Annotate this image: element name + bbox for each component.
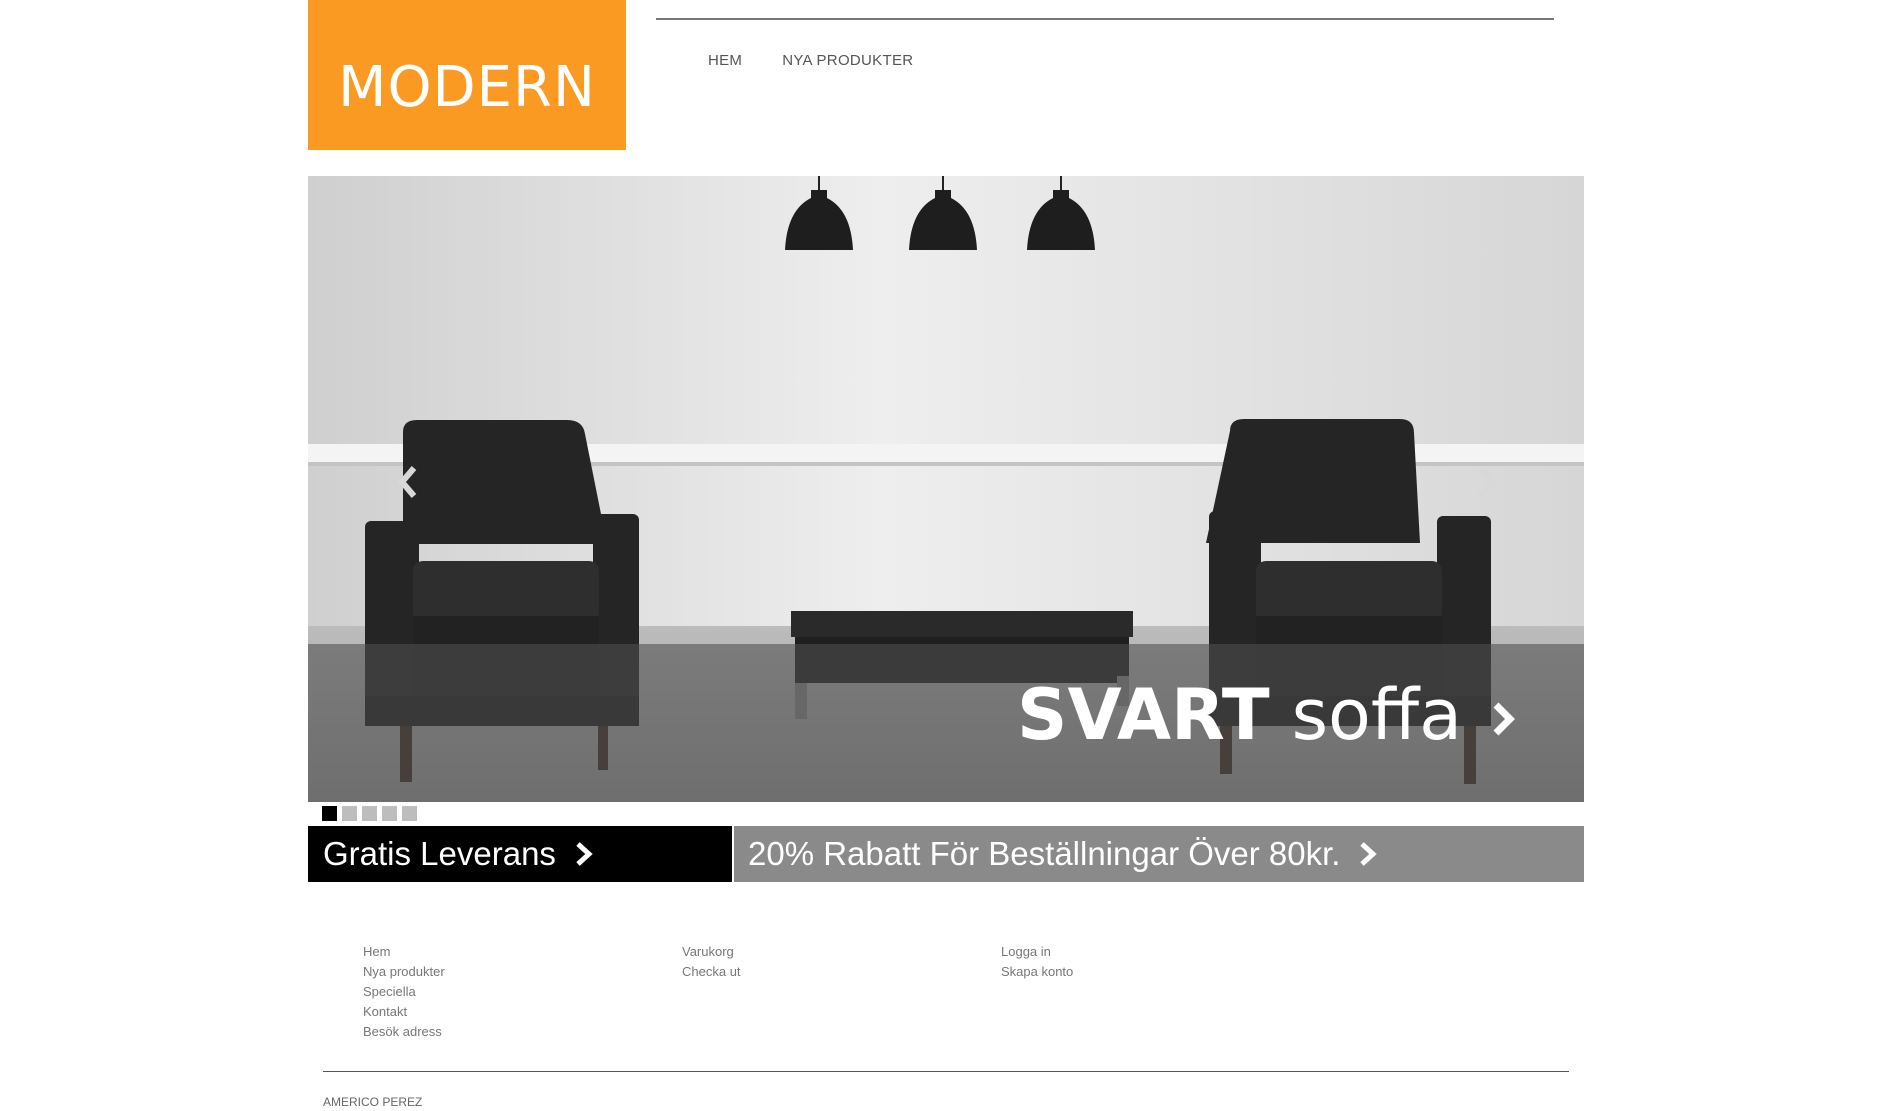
caption-chevron-icon <box>1488 680 1518 750</box>
footer-link-speciella[interactable]: Speciella <box>363 982 445 1002</box>
chevron-left-icon <box>398 466 417 498</box>
footer-link-besok-adress[interactable]: Besök adress <box>363 1022 445 1042</box>
caption-light-word: soffa <box>1291 674 1462 756</box>
nav-item-nya-produkter[interactable]: NYA PRODUKTER <box>782 52 913 69</box>
nav-item-hem[interactable]: HEM <box>708 52 742 69</box>
slider-prev-button[interactable] <box>394 462 424 502</box>
slider-dot-5[interactable] <box>402 806 417 821</box>
logo-text: MODERN <box>338 55 596 120</box>
main-nav: HEM NYA PRODUKTER <box>708 52 913 69</box>
site-logo[interactable]: MODERN <box>308 0 626 150</box>
footer-col-cart: Varukorg Checka ut <box>682 942 741 982</box>
chevron-right-icon <box>574 840 594 868</box>
slider-dot-2[interactable] <box>342 806 357 821</box>
footer-link-kontakt[interactable]: Kontakt <box>363 1002 445 1022</box>
footer-link-checka-ut[interactable]: Checka ut <box>682 962 741 982</box>
footer-col-navigation: Hem Nya produkter Speciella Kontakt Besö… <box>363 942 445 1042</box>
chevron-right-icon <box>1477 466 1496 498</box>
chevron-right-icon <box>1358 840 1378 868</box>
slider-pager <box>322 806 417 821</box>
caption-bold-word: SVART <box>1017 674 1270 756</box>
promo-free-delivery[interactable]: Gratis Leverans <box>308 826 732 882</box>
promo-free-delivery-label: Gratis Leverans <box>323 835 556 872</box>
footer-link-nya-produkter[interactable]: Nya produkter <box>363 962 445 982</box>
footer-link-varukorg[interactable]: Varukorg <box>682 942 741 962</box>
slider-next-button[interactable] <box>1470 462 1500 502</box>
slider-dot-3[interactable] <box>362 806 377 821</box>
copyright-text: AMERICO PEREZ <box>323 1095 423 1109</box>
footer-link-logga-in[interactable]: Logga in <box>1001 942 1073 962</box>
footer-divider <box>323 1071 1569 1072</box>
promo-discount-label: 20% Rabatt För Beställningar Över 80kr. <box>748 835 1341 872</box>
slider-dot-4[interactable] <box>382 806 397 821</box>
footer-col-account: Logga in Skapa konto <box>1001 942 1073 982</box>
footer-link-hem[interactable]: Hem <box>363 942 445 962</box>
promo-discount[interactable]: 20% Rabatt För Beställningar Över 80kr. <box>734 826 1584 882</box>
slide-caption[interactable]: SVART soffa <box>1017 680 1518 750</box>
footer-link-skapa-konto[interactable]: Skapa konto <box>1001 962 1073 982</box>
slider-dot-1[interactable] <box>322 806 337 821</box>
header-divider <box>656 18 1554 20</box>
